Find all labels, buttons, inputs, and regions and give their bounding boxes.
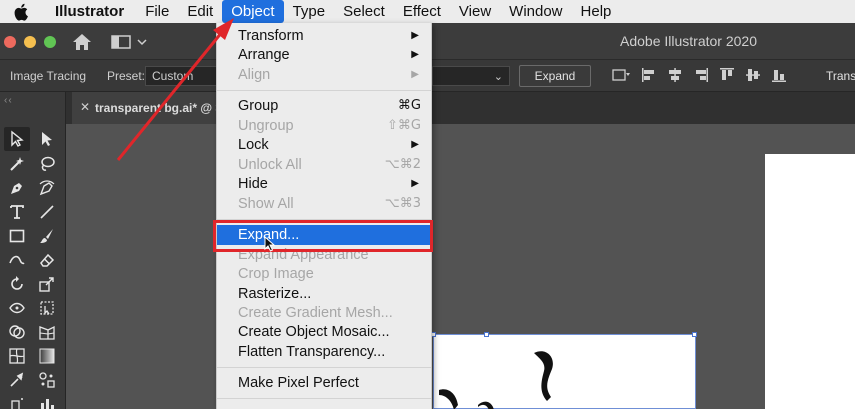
annotation-arrow-head xyxy=(213,18,234,40)
annotation-arrow xyxy=(116,18,234,161)
annotation-arrow-shaft xyxy=(116,31,224,161)
